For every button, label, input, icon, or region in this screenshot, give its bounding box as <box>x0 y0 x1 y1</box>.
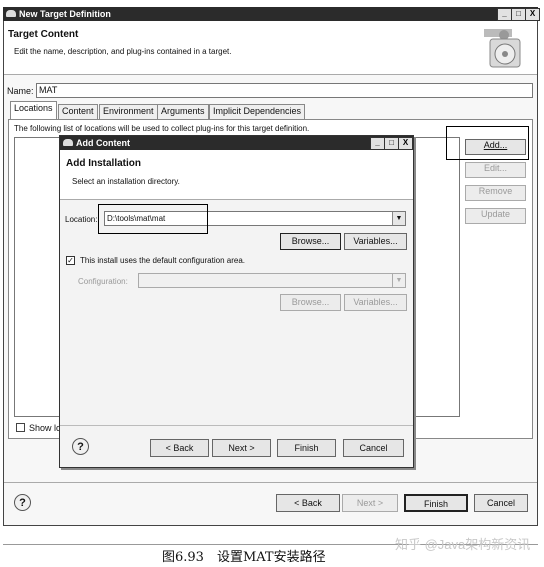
dialog-next-button[interactable]: Next > <box>212 439 271 457</box>
figure-caption: 图6.93 设置MAT安装路径 <box>162 550 326 565</box>
configuration-input[interactable]: ▼ <box>138 273 406 288</box>
main-cancel-button[interactable]: Cancel <box>474 494 528 512</box>
config-variables-button[interactable]: Variables... <box>344 294 407 311</box>
dialog-title: Add Content <box>76 138 130 148</box>
location-highlight <box>98 204 208 234</box>
main-next-button[interactable]: Next > <box>342 494 398 512</box>
dialog-minimize-button[interactable]: _ <box>370 137 385 150</box>
remove-button[interactable]: Remove <box>465 185 526 201</box>
eclipse-icon <box>6 10 16 17</box>
dialog-header-description: Select an installation directory. <box>72 177 180 186</box>
dialog-cancel-button[interactable]: Cancel <box>343 439 404 457</box>
watermark: 知乎 @Java架构新资讯 <box>395 537 531 552</box>
dialog-footer-separator <box>60 425 413 426</box>
main-help-icon[interactable]: ? <box>14 494 31 511</box>
show-label: Show lc <box>29 423 61 433</box>
add-button-highlight <box>446 126 529 160</box>
minimize-button[interactable]: _ <box>497 8 512 21</box>
dialog-header-title: Add Installation <box>66 158 141 169</box>
dialog-back-button[interactable]: < Back <box>150 439 209 457</box>
default-config-label: This install uses the default configurat… <box>80 256 245 265</box>
main-finish-button[interactable]: Finish <box>404 494 468 512</box>
maximize-button[interactable]: □ <box>511 8 526 21</box>
chevron-down-icon[interactable]: ▼ <box>392 212 405 225</box>
header-title: Target Content <box>8 29 79 40</box>
dialog-eclipse-icon <box>63 139 73 146</box>
close-button[interactable]: X <box>525 8 540 21</box>
dialog-help-icon[interactable]: ? <box>72 438 89 455</box>
edit-button[interactable]: Edit... <box>465 162 526 178</box>
show-checkbox[interactable] <box>16 423 25 432</box>
dialog-title-bar: Add Content _ □ X <box>60 136 413 150</box>
locations-description: The following list of locations will be … <box>14 124 310 133</box>
dialog-maximize-button[interactable]: □ <box>384 137 399 150</box>
location-label: Location: <box>65 215 98 224</box>
variables-button[interactable]: Variables... <box>344 233 407 250</box>
browse-button[interactable]: Browse... <box>280 233 341 250</box>
dialog-close-button[interactable]: X <box>398 137 413 150</box>
config-browse-button[interactable]: Browse... <box>280 294 341 311</box>
install-cd-icon <box>484 29 521 68</box>
default-config-checkbox[interactable]: ✓ <box>66 256 75 265</box>
header-description: Edit the name, description, and plug-ins… <box>14 47 232 56</box>
main-footer-separator <box>4 482 537 483</box>
update-button[interactable]: Update <box>465 208 526 224</box>
configuration-label: Configuration: <box>78 277 128 286</box>
dialog-finish-button[interactable]: Finish <box>277 439 336 457</box>
config-chevron-down-icon[interactable]: ▼ <box>392 274 405 287</box>
main-back-button[interactable]: < Back <box>276 494 340 512</box>
main-title-bar: New Target Definition _ □ X <box>3 7 540 21</box>
name-input[interactable]: MAT <box>36 83 533 98</box>
main-title: New Target Definition <box>19 9 111 19</box>
name-label: Name: <box>7 86 34 96</box>
